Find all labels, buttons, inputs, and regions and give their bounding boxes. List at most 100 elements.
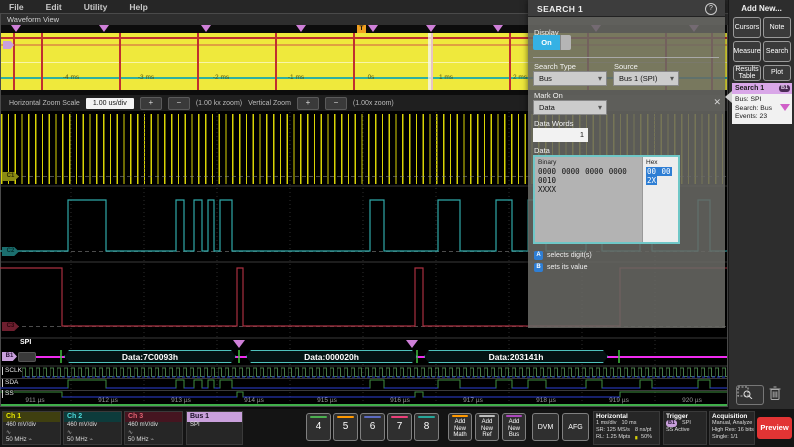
time-tick: 913 µs <box>171 397 191 404</box>
add-measure-button[interactable]: Measure <box>733 41 761 62</box>
afg-button[interactable]: AFG <box>562 413 589 441</box>
add-new-bus-button[interactable]: Add New Bus <box>502 413 526 441</box>
overview-tick: 2 ms <box>513 74 527 81</box>
settings-bar: Ch 1 460 mV/div ∿ 50 MHz ⌁ Ch 2 460 mV/d… <box>0 409 794 447</box>
probe-icon: ⌁ <box>89 437 93 443</box>
hex-pane[interactable]: Hex 00 00 2X <box>642 157 678 242</box>
bus-collapse-button[interactable] <box>18 352 36 362</box>
slot-8-button[interactable]: 8 <box>414 413 439 441</box>
dvm-button[interactable]: DVM <box>532 413 559 441</box>
time-tick: 918 µs <box>536 397 556 404</box>
source-label: Source <box>614 62 638 71</box>
slot-4-button[interactable]: 4 <box>306 413 331 441</box>
ch2-settings-badge[interactable]: Ch 2 460 mV/div ∿ 50 MHz ⌁ <box>63 411 122 445</box>
time-tick: 919 µs <box>609 397 629 404</box>
ac-coupling-icon: ∿ <box>64 430 121 438</box>
ss-edge-mark <box>197 33 199 90</box>
source-dropdown[interactable]: Bus 1 (SPI) <box>613 71 679 86</box>
preview-button[interactable]: Preview <box>757 417 792 439</box>
add-search-button[interactable]: Search <box>763 41 791 62</box>
bus1-settings-badge[interactable]: Bus 1 SPI <box>186 411 243 445</box>
search-type-dropdown[interactable]: Bus <box>533 71 607 86</box>
binary-header: Binary <box>538 159 639 166</box>
ss-edge-mark <box>41 33 43 90</box>
add-cursors-button[interactable]: Cursors <box>733 17 761 38</box>
toggle-knob <box>560 35 571 50</box>
ch3-settings-badge[interactable]: Ch 3 460 mV/div ∿ 50 MHz ⌁ <box>124 411 183 445</box>
vzoom-readout: (1.00x zoom) <box>353 100 394 107</box>
zoom-window-indicator[interactable] <box>428 33 433 90</box>
probe-icon: ⌁ <box>28 437 32 443</box>
hex-header: Hex <box>646 159 675 166</box>
data-words-label: Data Words <box>534 119 573 128</box>
trash-icon[interactable] <box>768 385 794 405</box>
add-new-math-button[interactable]: Add New Math <box>448 413 472 441</box>
hex-value[interactable]: 00 00 2X <box>646 167 675 185</box>
bus-name-label: SPI <box>20 339 31 346</box>
search-mark-icon <box>493 25 503 32</box>
sclk-label: SCLK <box>2 367 22 375</box>
horizontal-settings[interactable]: Horizontal 1 ms/div10 ms SR: 125 MS/s8 n… <box>593 411 660 445</box>
vzoom-minus-button[interactable]: − <box>325 97 347 110</box>
search-mark-icon <box>406 340 418 348</box>
trigger-source-badge: B1 <box>666 420 677 427</box>
hzoom-plus-button[interactable]: + <box>140 97 162 110</box>
ss-edge-mark <box>119 33 121 90</box>
search-panel-title: SEARCH 1 <box>537 4 583 14</box>
oscilloscope-screen: File Edit Utility Help Waveform View T <box>0 0 794 447</box>
ch1-settings-badge[interactable]: Ch 1 460 mV/div ∿ 50 MHz ⌁ <box>2 411 61 445</box>
display-toggle[interactable]: On <box>533 35 571 50</box>
overview-tick: -3 ms <box>138 74 154 81</box>
hzoom-minus-button[interactable]: − <box>168 97 190 110</box>
ss-edge-mark <box>13 33 15 90</box>
close-icon[interactable]: ✕ <box>713 97 721 108</box>
search-card-title: Search 1 <box>735 85 764 92</box>
search-mark-icon <box>99 25 109 32</box>
menu-edit[interactable]: Edit <box>46 2 62 12</box>
search-mark-icon <box>11 25 21 32</box>
menu-file[interactable]: File <box>9 2 24 12</box>
search-mark-icon <box>426 25 436 32</box>
search-panel-titlebar[interactable]: SEARCH 1 ? <box>528 0 725 17</box>
add-plot-button[interactable]: Plot <box>763 65 791 81</box>
search-result-card[interactable]: Search 1 B1 Bus: SPI Search: Bus Events:… <box>732 83 792 124</box>
binary-pane[interactable]: Binary 0000 0000 0000 0000 0010 XXXX <box>535 157 642 242</box>
binary-value[interactable]: 0000 0000 0000 0000 0010 XXXX <box>538 167 639 194</box>
bus-source-badge: B1 <box>779 85 790 92</box>
ac-coupling-icon: ∿ <box>3 430 60 438</box>
help-icon[interactable]: ? <box>705 3 717 15</box>
callout-arrow-icon <box>725 91 732 103</box>
trigger-position-marker[interactable]: T <box>357 25 366 33</box>
time-tick: 915 µs <box>317 397 337 404</box>
hzoom-scale-input[interactable]: 1.00 us/div <box>86 98 134 109</box>
overview-tick: -2 ms <box>213 74 229 81</box>
search-type-label: Search Type <box>534 62 576 71</box>
search-config-panel: SEARCH 1 ? Display On Search Type Bus So… <box>528 0 725 328</box>
results-sidebar: Add New... Cursors Note Measure Search R… <box>728 0 794 409</box>
time-tick: 916 µs <box>390 397 410 404</box>
slot-7-button[interactable]: 7 <box>387 413 412 441</box>
menu-help[interactable]: Help <box>129 2 147 12</box>
vzoom-plus-button[interactable]: + <box>297 97 319 110</box>
data-words-input[interactable]: 1 <box>533 128 588 142</box>
search-mark-icon <box>201 25 211 32</box>
acquisition-settings[interactable]: Acquisition Manual, Analyze High Res: 16… <box>709 411 755 445</box>
add-note-button[interactable]: Note <box>763 17 791 38</box>
mark-on-dropdown[interactable]: Data <box>533 100 607 115</box>
menu-utility[interactable]: Utility <box>84 2 108 12</box>
bus-packet: Data:000020h <box>246 350 417 363</box>
search-mark-icon <box>296 25 306 32</box>
rl-position-icon: ▖ <box>635 434 639 440</box>
data-entry-box[interactable]: Binary 0000 0000 0000 0000 0010 XXXX Hex… <box>533 155 680 244</box>
overview-tick: -1 ms <box>288 74 304 81</box>
bus-packet: Data:203141h <box>424 350 608 363</box>
add-new-ref-button[interactable]: Add New Ref <box>475 413 499 441</box>
slot-6-button[interactable]: 6 <box>360 413 385 441</box>
zoom-to-marks-button[interactable] <box>736 385 764 405</box>
slot-5-button[interactable]: 5 <box>333 413 358 441</box>
overview-tick: -4 ms <box>63 74 79 81</box>
trigger-settings[interactable]: Trigger B1SPI SS Active <box>663 411 707 445</box>
hint-a: A selects digit(s) <box>534 251 592 260</box>
add-results-table-button[interactable]: Results Table <box>733 65 761 81</box>
search-mark-icon <box>233 340 245 348</box>
